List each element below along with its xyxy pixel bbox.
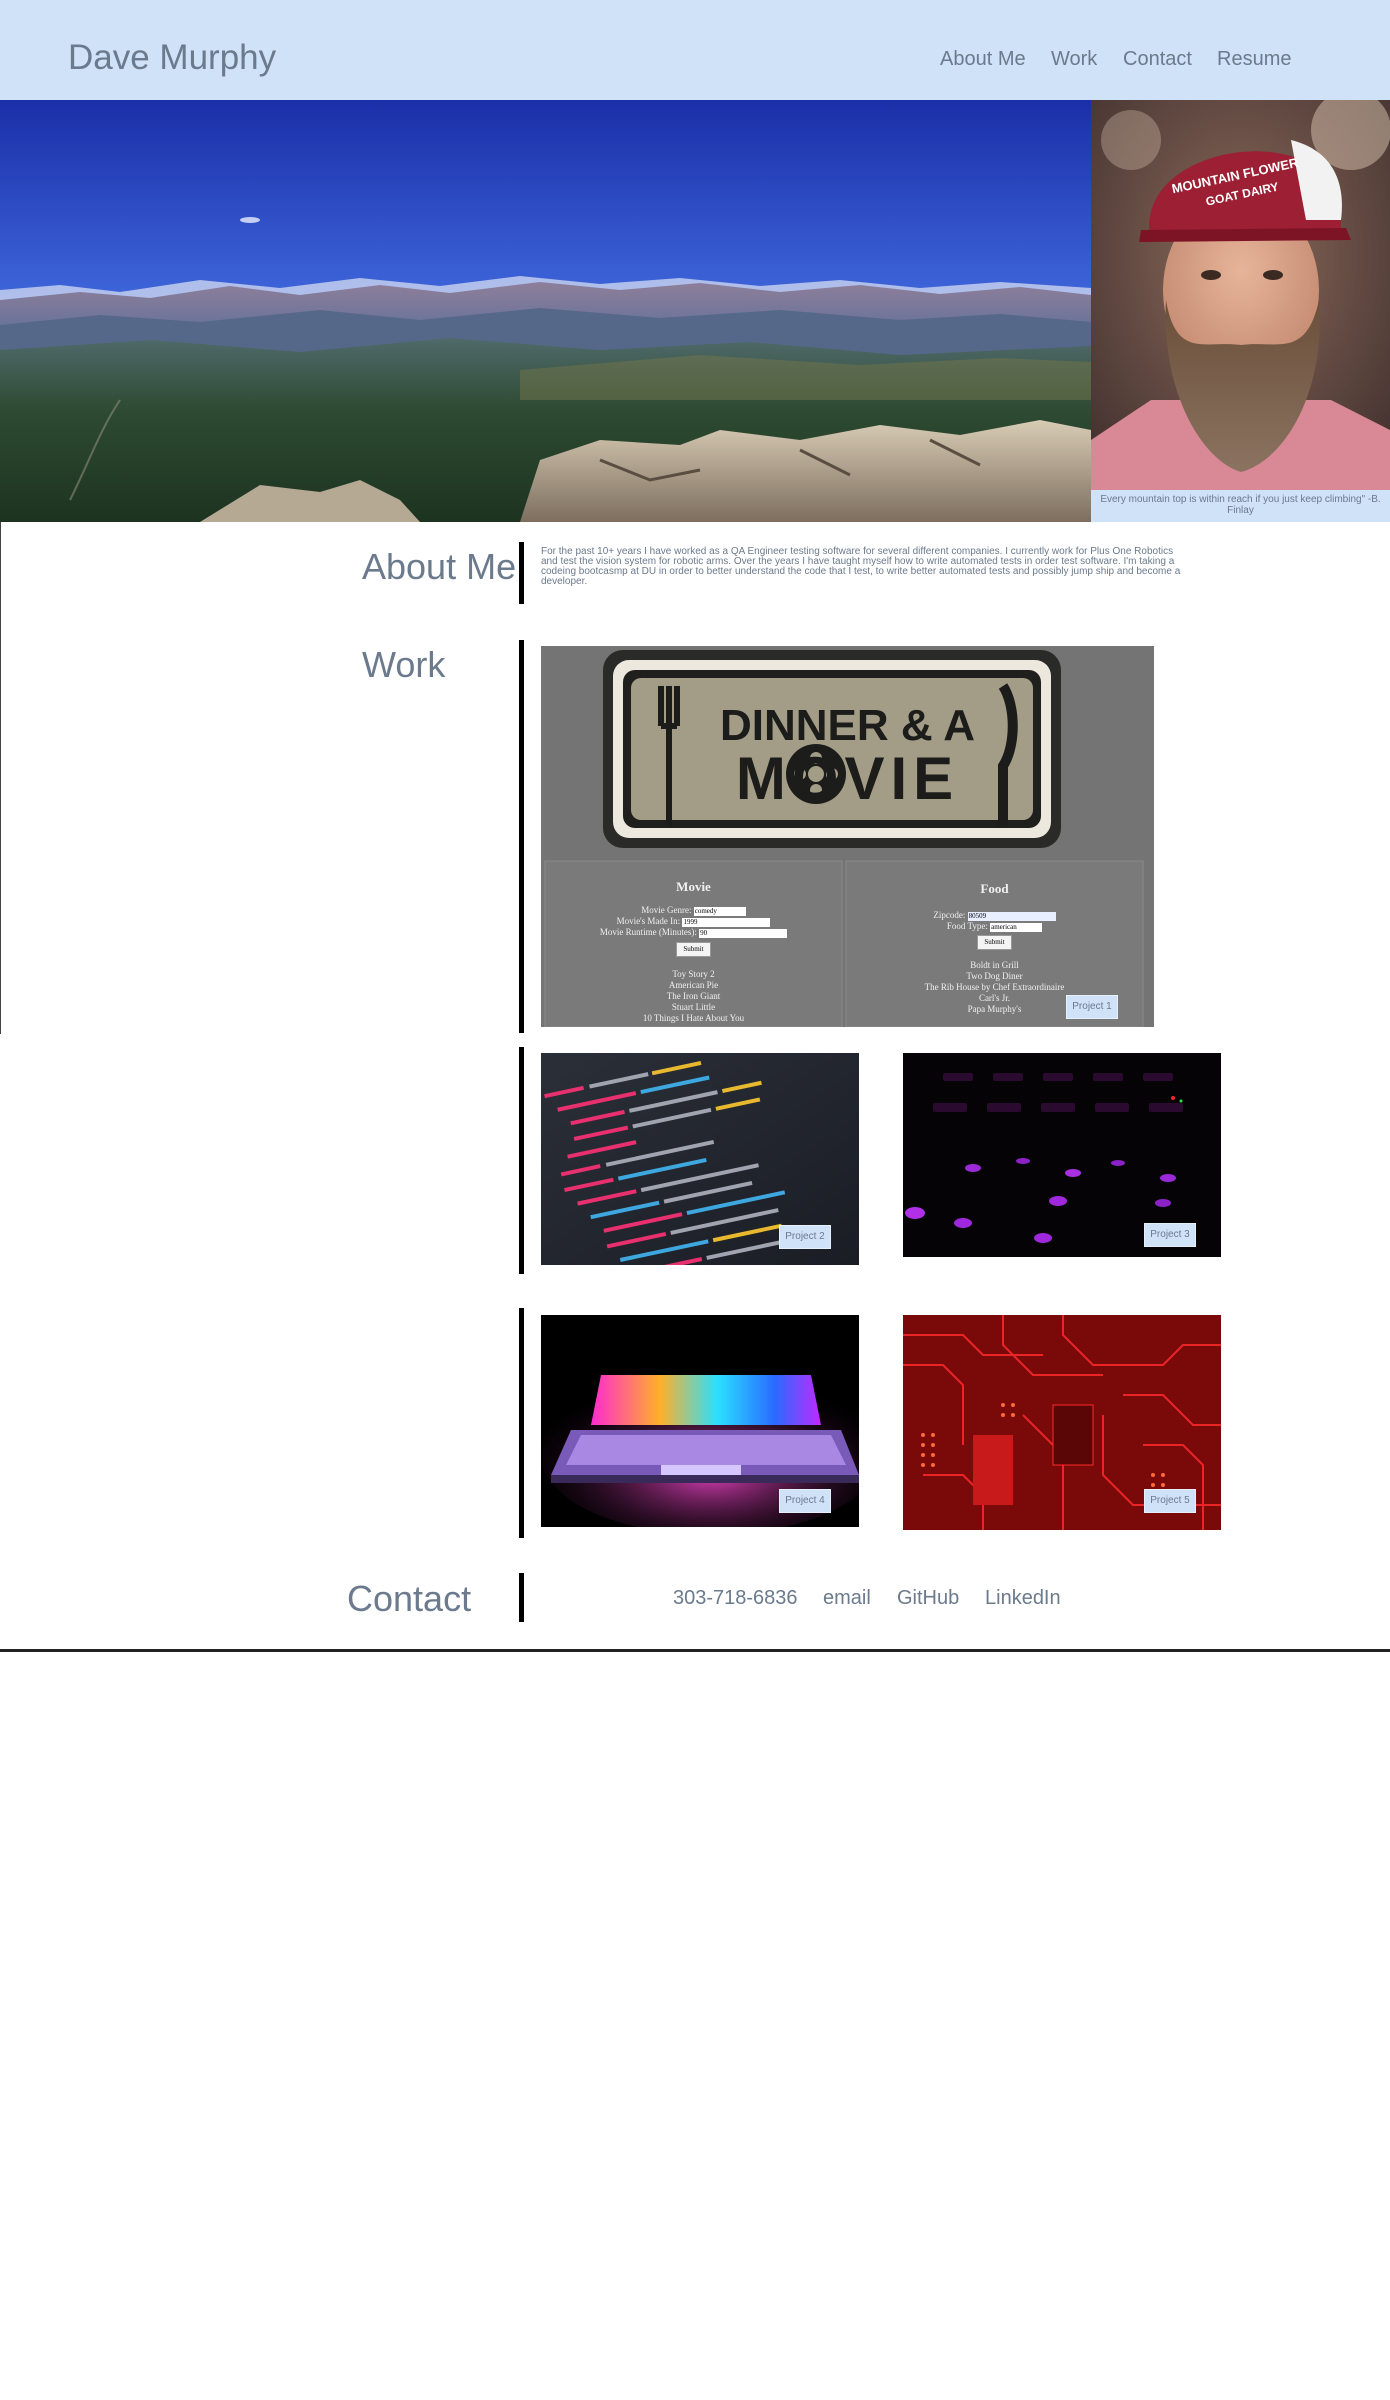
food-type-label: Food Type: (946, 921, 988, 931)
movie-result: American Pie (668, 980, 719, 990)
nav-resume[interactable]: Resume (1217, 48, 1291, 71)
nav-contact[interactable]: Contact (1123, 48, 1192, 71)
movie-result: Stuart Little (671, 1002, 716, 1012)
project-3-card[interactable]: Project 3 (903, 1053, 1221, 1257)
about-text: For the past 10+ years I have worked as … (541, 546, 1181, 587)
food-result: The Rib House by Chef Extraordinaire (924, 982, 1065, 992)
movie-result: 10 Things I Hate About You (642, 1013, 745, 1023)
hero-mountain-image (0, 100, 1091, 522)
food-result: Two Dog Diner (966, 971, 1023, 981)
about-divider (519, 542, 524, 604)
movie-genre-select[interactable]: comedy (693, 907, 746, 916)
movie-runtime-input[interactable]: 90 (699, 929, 788, 938)
left-border-line (0, 522, 1, 1034)
about-title: About Me (362, 546, 517, 587)
food-result: Boldt in Grill (970, 960, 1019, 970)
footer-divider (0, 1649, 1390, 1652)
contact-email-link[interactable]: email (823, 1587, 871, 1610)
project-3-label[interactable]: Project 3 (1144, 1223, 1196, 1247)
movie-genre-label: Movie Genre: (641, 905, 692, 915)
brand-name[interactable]: Dave Murphy (68, 38, 276, 78)
contact-title: Contact (347, 1578, 472, 1619)
project-1-card[interactable]: DINNER & A MOVIE Movie Movie Genre: come… (541, 646, 1154, 1027)
quote-caption: Every mountain top is within reach if yo… (1091, 490, 1390, 522)
food-submit-button[interactable]: Submit (977, 935, 1012, 950)
nav-work[interactable]: Work (1051, 48, 1097, 71)
project-5-label[interactable]: Project 5 (1144, 1489, 1196, 1513)
project-1-logo-line1: DINNER & A (719, 701, 976, 750)
project-1-label[interactable]: Project 1 (1066, 995, 1118, 1019)
movie-panel-title: Movie (676, 879, 711, 894)
nav-about-me[interactable]: About Me (940, 48, 1026, 71)
contact-divider (519, 1573, 524, 1622)
food-panel-title: Food (980, 881, 1009, 896)
movie-made-input[interactable]: 1999 (682, 918, 771, 927)
work-divider-3 (519, 1308, 524, 1538)
contact-github-link[interactable]: GitHub (897, 1587, 959, 1610)
work-title: Work (362, 644, 446, 685)
project-5-card[interactable]: Project 5 (903, 1315, 1221, 1530)
movie-submit-button[interactable]: Submit (676, 942, 711, 957)
food-zip-input[interactable]: 80509 (967, 912, 1056, 921)
contact-linkedin-link[interactable]: LinkedIn (985, 1587, 1061, 1610)
work-divider-2 (519, 1047, 524, 1274)
food-type-select[interactable]: american (990, 923, 1043, 932)
contact-phone-link[interactable]: 303-718-6836 (673, 1587, 798, 1610)
work-divider-1 (519, 640, 524, 1033)
profile-photo: MOUNTAIN FLOWER GOAT DAIRY (1091, 100, 1390, 490)
movie-runtime-label: Movie Runtime (Minutes): (599, 927, 697, 937)
project-1-logo-line2: MOVIE (735, 745, 960, 812)
movie-results: Toy Story 2 American Pie The Iron Giant … (545, 969, 842, 1024)
project-2-label[interactable]: Project 2 (779, 1225, 831, 1249)
project-4-card[interactable]: Project 4 (541, 1315, 859, 1527)
movie-made-label: Movie's Made In: (616, 916, 681, 926)
food-zip-label: Zipcode: (933, 910, 966, 920)
movie-result: Toy Story 2 (672, 969, 715, 979)
project-4-label[interactable]: Project 4 (779, 1489, 831, 1513)
movie-result: The Iron Giant (666, 991, 721, 1001)
project-2-card[interactable]: Project 2 (541, 1053, 859, 1265)
